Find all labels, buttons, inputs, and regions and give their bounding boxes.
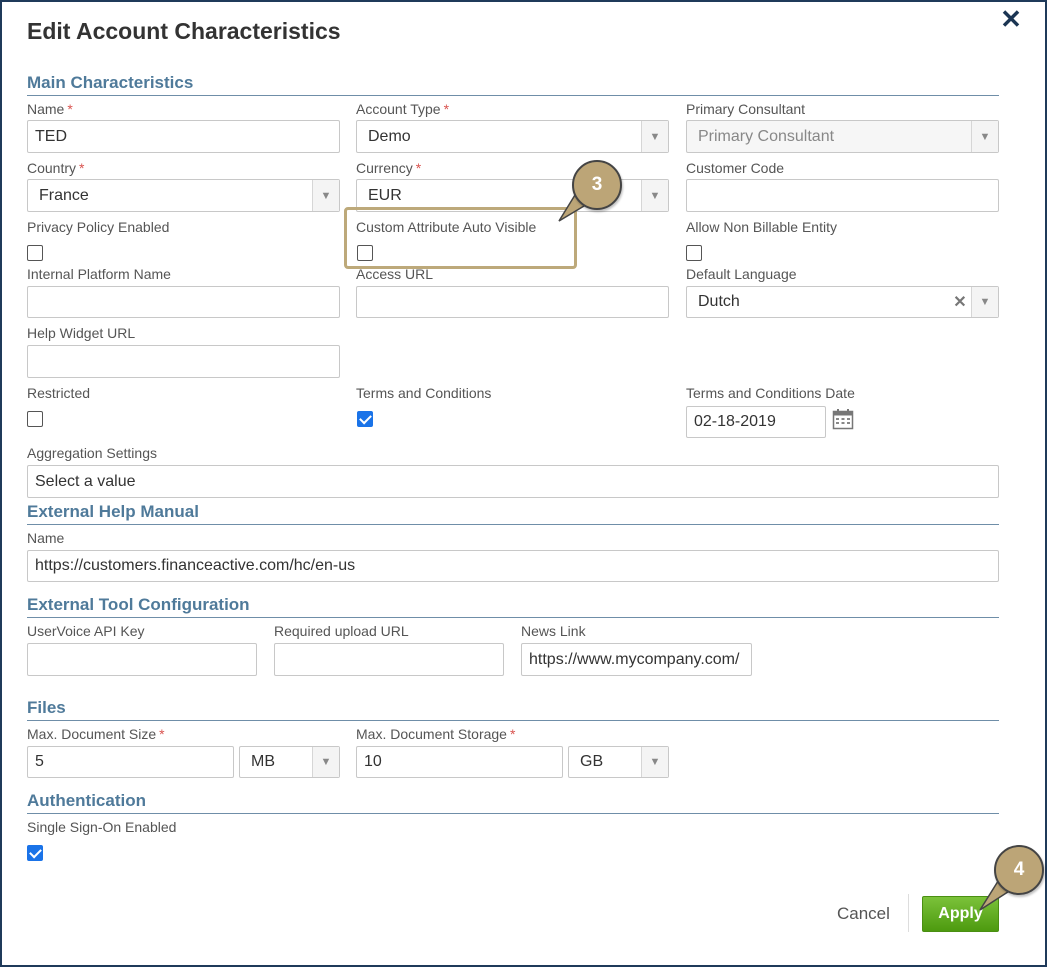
section-authentication: Authentication bbox=[27, 791, 146, 810]
max-doc-storage-input[interactable]: 10 bbox=[356, 746, 563, 778]
chevron-down-icon[interactable]: ▼ bbox=[971, 287, 998, 317]
allow-non-billable-label: Allow Non Billable Entity bbox=[686, 219, 837, 235]
uservoice-label: UserVoice API Key bbox=[27, 623, 145, 639]
customer-code-label: Customer Code bbox=[686, 160, 785, 176]
country-value: France bbox=[39, 186, 89, 204]
section-divider bbox=[27, 720, 999, 721]
account-type-label: Account Type * bbox=[356, 101, 450, 117]
name-input[interactable]: TED bbox=[27, 120, 340, 153]
uservoice-input[interactable] bbox=[27, 643, 257, 676]
currency-label: Currency * bbox=[356, 160, 422, 176]
close-icon[interactable]: ✕ bbox=[998, 6, 1024, 32]
max-doc-storage-unit-select[interactable]: GB ▼ bbox=[568, 746, 669, 778]
max-doc-storage-unit: GB bbox=[580, 753, 604, 770]
sso-label: Single Sign-On Enabled bbox=[27, 819, 177, 835]
section-divider bbox=[27, 524, 999, 525]
name-label: Name * bbox=[27, 101, 73, 117]
help-widget-label: Help Widget URL bbox=[27, 325, 136, 341]
max-doc-size-input[interactable]: 5 bbox=[27, 746, 234, 778]
privacy-policy-checkbox[interactable] bbox=[27, 245, 43, 261]
section-files: Files bbox=[27, 698, 66, 717]
section-main-characteristics: Main Characteristics bbox=[27, 73, 194, 92]
default-language-label: Default Language bbox=[686, 266, 797, 282]
restricted-label: Restricted bbox=[27, 385, 91, 401]
primary-consultant-label: Primary Consultant bbox=[686, 101, 806, 117]
max-doc-size-label: Max. Document Size * bbox=[27, 726, 165, 742]
restricted-checkbox[interactable] bbox=[27, 411, 43, 427]
clear-icon[interactable]: ✕ bbox=[949, 292, 971, 312]
terms-label: Terms and Conditions bbox=[356, 385, 492, 401]
access-url-input[interactable] bbox=[356, 286, 669, 318]
allow-non-billable-checkbox[interactable] bbox=[686, 245, 702, 261]
dialog-title: Edit Account Characteristics bbox=[27, 18, 341, 44]
aggregation-select[interactable]: Select a value bbox=[27, 465, 999, 498]
callout-highlight-box bbox=[344, 207, 577, 269]
callout-badge-3: 3 bbox=[572, 160, 622, 210]
chevron-down-icon[interactable]: ▼ bbox=[641, 121, 668, 152]
aggregation-label: Aggregation Settings bbox=[27, 445, 157, 461]
primary-consultant-placeholder: Primary Consultant bbox=[698, 127, 835, 145]
section-divider bbox=[27, 617, 999, 618]
max-doc-storage-label: Max. Document Storage * bbox=[356, 726, 516, 742]
chevron-down-icon[interactable]: ▼ bbox=[641, 747, 668, 777]
chevron-down-icon[interactable]: ▼ bbox=[312, 180, 339, 211]
help-manual-name-input[interactable]: https://customers.financeactive.com/hc/e… bbox=[27, 550, 999, 582]
upload-url-input[interactable] bbox=[274, 643, 504, 676]
terms-date-input[interactable]: 02-18-2019 bbox=[686, 406, 826, 438]
section-external-help-manual: External Help Manual bbox=[27, 502, 199, 521]
help-widget-input[interactable] bbox=[27, 345, 340, 378]
section-external-tool-configuration: External Tool Configuration bbox=[27, 595, 250, 614]
chevron-down-icon[interactable]: ▼ bbox=[971, 121, 998, 152]
cancel-button[interactable]: Cancel bbox=[837, 904, 890, 924]
max-doc-size-unit: MB bbox=[251, 753, 275, 770]
internal-platform-label: Internal Platform Name bbox=[27, 266, 171, 282]
default-language-value: Dutch bbox=[698, 293, 740, 310]
terms-date-label: Terms and Conditions Date bbox=[686, 385, 855, 401]
section-divider bbox=[27, 95, 999, 96]
account-type-value: Demo bbox=[368, 127, 411, 145]
footer-divider bbox=[908, 894, 909, 932]
callout-badge-4: 4 bbox=[994, 845, 1044, 895]
country-label: Country * bbox=[27, 160, 85, 176]
max-doc-size-unit-select[interactable]: MB ▼ bbox=[239, 746, 340, 778]
calendar-icon[interactable] bbox=[832, 408, 854, 435]
customer-code-input[interactable] bbox=[686, 179, 999, 212]
terms-checkbox[interactable] bbox=[357, 411, 373, 427]
section-divider bbox=[27, 813, 999, 814]
sso-checkbox[interactable] bbox=[27, 845, 43, 861]
country-select[interactable]: France ▼ bbox=[27, 179, 340, 212]
internal-platform-input[interactable] bbox=[27, 286, 340, 318]
chevron-down-icon[interactable]: ▼ bbox=[312, 747, 339, 777]
upload-url-label: Required upload URL bbox=[274, 623, 409, 639]
chevron-down-icon[interactable]: ▼ bbox=[641, 180, 668, 211]
help-manual-name-label: Name bbox=[27, 530, 65, 546]
default-language-select[interactable]: Dutch ✕ ▼ bbox=[686, 286, 999, 318]
account-type-select[interactable]: Demo ▼ bbox=[356, 120, 669, 153]
news-link-input[interactable]: https://www.mycompany.com/ bbox=[521, 643, 752, 676]
news-link-label: News Link bbox=[521, 623, 586, 639]
privacy-policy-label: Privacy Policy Enabled bbox=[27, 219, 170, 235]
primary-consultant-select[interactable]: Primary Consultant ▼ bbox=[686, 120, 999, 153]
